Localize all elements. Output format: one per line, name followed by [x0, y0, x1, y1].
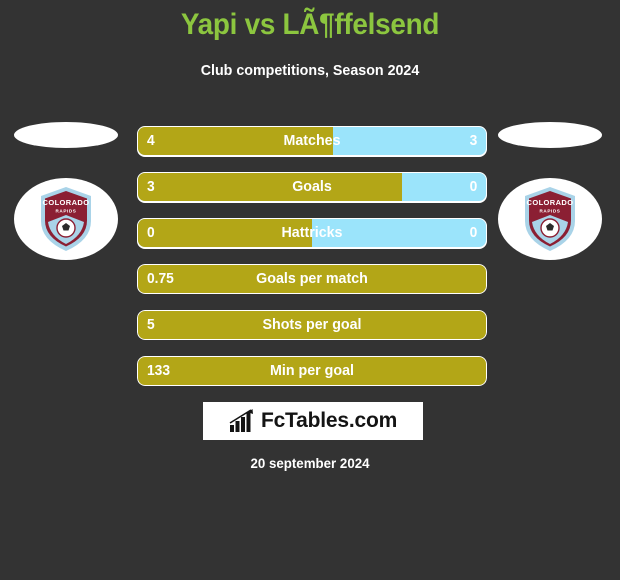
infographic-root: Yapi vs LÃ¶ffelsend Club competitions, S…	[0, 0, 620, 580]
stat-label: Matches	[283, 132, 341, 149]
stat-away-value: 0	[469, 224, 477, 241]
stat-row-goals: 3 Goals 0	[137, 172, 487, 202]
stat-away-value: 0	[469, 178, 477, 195]
away-ellipse-decoration	[498, 122, 602, 148]
page-subtitle: Club competitions, Season 2024	[200, 62, 420, 79]
stat-bars-list: 4 Matches 3 3 Goals 0 0 Hattricks 0 0.75	[137, 126, 487, 402]
stat-label: Shots per goal	[262, 316, 362, 333]
stat-label: Goals per match	[256, 270, 368, 287]
stat-label: Hattricks	[281, 224, 343, 241]
svg-text:COLORADO: COLORADO	[43, 198, 90, 207]
stat-row-shots-per-goal: 5 Shots per goal	[137, 310, 487, 340]
colorado-rapids-crest-icon: COLORADO RAPIDS	[525, 187, 575, 251]
svg-text:COLORADO: COLORADO	[527, 198, 574, 207]
stat-row-hattricks: 0 Hattricks 0	[137, 218, 487, 248]
bar-chart-growth-icon	[229, 409, 253, 432]
page-title: Yapi vs LÃ¶ffelsend	[180, 8, 440, 41]
away-team-block: COLORADO RAPIDS	[492, 118, 612, 263]
stat-row-min-per-goal: 133 Min per goal	[137, 356, 487, 386]
home-team-logo: COLORADO RAPIDS	[14, 178, 118, 260]
stat-label: Goals	[292, 178, 332, 195]
fctables-brand-text: FcTables.com	[260, 409, 398, 432]
stat-row-matches: 4 Matches 3	[137, 126, 487, 156]
colorado-rapids-crest-icon: COLORADO RAPIDS	[41, 187, 91, 251]
stat-row-goals-per-match: 0.75 Goals per match	[137, 264, 487, 294]
stat-away-value: 3	[469, 132, 477, 149]
svg-text:RAPIDS: RAPIDS	[56, 209, 77, 214]
home-team-block: COLORADO RAPIDS	[8, 118, 128, 263]
away-team-logo: COLORADO RAPIDS	[498, 178, 602, 260]
footer-date: 20 september 2024	[250, 455, 370, 471]
svg-text:RAPIDS: RAPIDS	[540, 209, 561, 214]
fctables-brand-badge[interactable]: FcTables.com	[203, 402, 423, 440]
home-ellipse-decoration	[14, 122, 118, 148]
stat-label: Min per goal	[270, 362, 354, 379]
